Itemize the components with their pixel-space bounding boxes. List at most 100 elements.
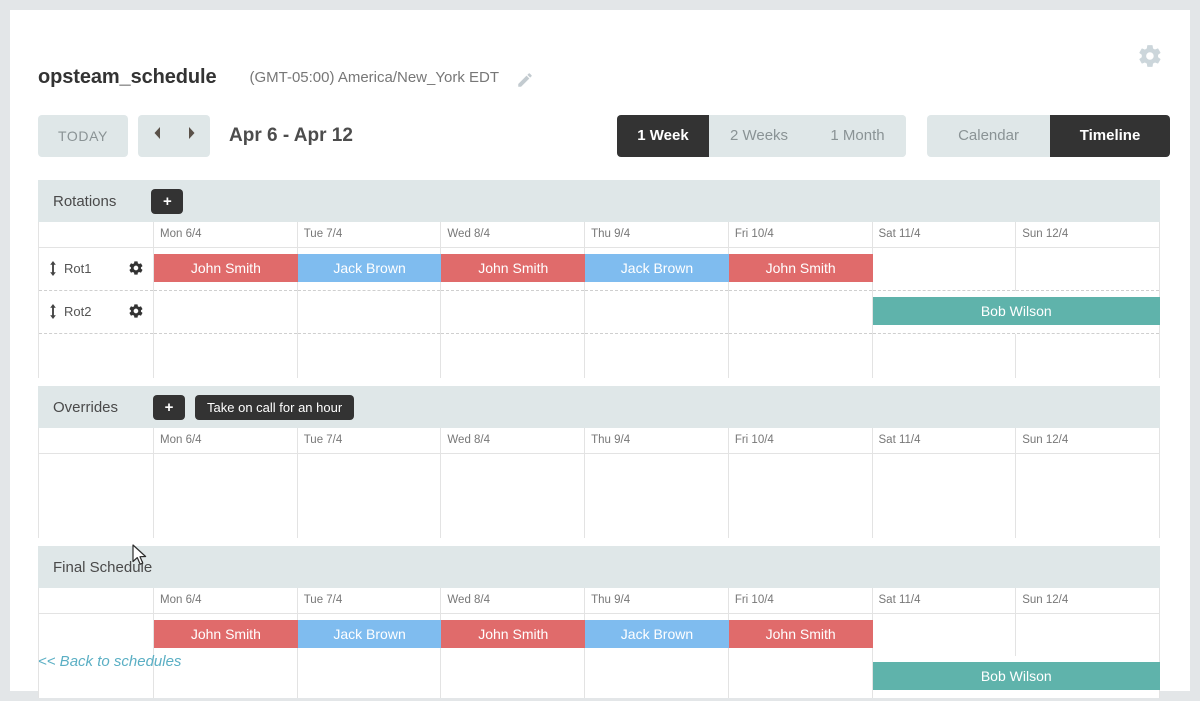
schedule-cell[interactable]: Jack Brown: [297, 247, 442, 291]
shift-bar[interactable]: John Smith: [441, 620, 586, 648]
rotation-gear-icon[interactable]: [128, 260, 144, 276]
timeline-toolbar: TODAY Apr 6 - Apr 12 1 Week 2 Weeks 1 Mo…: [38, 115, 1170, 157]
day-header-row: Mon 6/4 Tue 7/4 Wed 8/4 Thu 9/4 Fri 10/4…: [38, 428, 1160, 454]
shift-bar[interactable]: John Smith: [154, 620, 298, 648]
settings-gear-icon[interactable]: [1137, 43, 1163, 69]
section-divider: [38, 538, 1160, 546]
day-header-cell: Sun 12/4: [1015, 222, 1160, 248]
section-header-rotations: Rotations +: [38, 180, 1160, 222]
timeline-grid: Rotations + Mon 6/4 Tue 7/4 Wed 8/4 Thu …: [38, 180, 1161, 698]
schedule-cell[interactable]: [440, 453, 586, 496]
shift-bar[interactable]: John Smith: [154, 254, 298, 282]
day-header-cell: Wed 8/4: [440, 222, 586, 248]
rotation-name: Rot2: [64, 304, 92, 319]
filler-cell: [728, 334, 873, 378]
add-rotation-button[interactable]: +: [151, 188, 184, 214]
schedule-cell[interactable]: Bob Wilson: [872, 656, 1161, 698]
edit-pencil-icon[interactable]: [516, 71, 534, 89]
span-option-1-week[interactable]: 1 Week: [617, 115, 709, 157]
shift-bar[interactable]: John Smith: [728, 254, 873, 282]
table-row: Bob Wilson: [38, 656, 1161, 698]
schedule-cell[interactable]: [297, 291, 442, 334]
schedule-cell[interactable]: [1015, 496, 1160, 538]
shift-bar[interactable]: Bob Wilson: [872, 297, 1160, 325]
schedule-cell[interactable]: [584, 291, 729, 334]
table-row: [38, 453, 1160, 496]
corner-cell: [38, 222, 154, 248]
drag-vertical-icon[interactable]: [48, 261, 58, 276]
view-mode-toggle: Calendar Timeline: [927, 115, 1170, 157]
day-header-cell: Tue 7/4: [297, 588, 442, 614]
page-title: opsteam_schedule: [38, 66, 217, 88]
schedule-cell[interactable]: [872, 613, 1017, 656]
schedule-cell[interactable]: John Smith: [153, 613, 298, 656]
schedule-cell[interactable]: [153, 496, 298, 538]
schedule-cell[interactable]: [440, 656, 586, 698]
schedule-cell[interactable]: Jack Brown: [584, 247, 729, 291]
schedule-cell[interactable]: [584, 656, 729, 698]
day-header-cell: Thu 9/4: [584, 222, 729, 248]
schedule-cell[interactable]: [584, 453, 729, 496]
schedule-cell[interactable]: John Smith: [440, 613, 586, 656]
schedule-cell[interactable]: [297, 453, 442, 496]
drag-vertical-icon[interactable]: [48, 304, 58, 319]
table-row: Rot2 Bob Wilson: [38, 291, 1161, 334]
schedule-cell[interactable]: [872, 496, 1017, 538]
override-row-label: [38, 453, 154, 496]
schedule-cell[interactable]: [1015, 247, 1160, 291]
back-to-schedules-link[interactable]: << Back to schedules: [38, 653, 181, 670]
section-title-overrides: Overrides: [53, 398, 119, 416]
schedule-cell[interactable]: John Smith: [153, 247, 298, 291]
schedule-cell[interactable]: [1015, 453, 1160, 496]
schedule-cell[interactable]: John Smith: [728, 613, 873, 656]
span-option-2-weeks[interactable]: 2 Weeks: [709, 115, 809, 157]
schedule-cell[interactable]: [440, 496, 586, 538]
schedule-cell[interactable]: [728, 291, 873, 334]
day-header-cell: Wed 8/4: [440, 588, 586, 614]
date-range-label: Apr 6 - Apr 12: [229, 125, 353, 146]
schedule-cell[interactable]: [153, 291, 298, 334]
schedule-cell[interactable]: [584, 496, 729, 538]
schedule-cell[interactable]: [728, 496, 873, 538]
span-option-1-month[interactable]: 1 Month: [809, 115, 906, 157]
today-button[interactable]: TODAY: [38, 115, 128, 157]
table-row-filler: [38, 334, 1160, 378]
schedule-cell[interactable]: Bob Wilson: [872, 291, 1161, 334]
filler-cell: [153, 334, 298, 378]
rotation-gear-icon[interactable]: [128, 303, 144, 319]
day-header-cell: Tue 7/4: [297, 428, 442, 454]
shift-bar[interactable]: Jack Brown: [585, 620, 729, 648]
shift-bar[interactable]: John Smith: [441, 254, 586, 282]
schedule-cell[interactable]: Jack Brown: [297, 613, 442, 656]
shift-bar[interactable]: Jack Brown: [585, 254, 729, 282]
prev-period-button[interactable]: [138, 115, 174, 157]
shift-bar[interactable]: John Smith: [728, 620, 873, 648]
schedule-cell[interactable]: John Smith: [440, 247, 586, 291]
take-on-call-button[interactable]: Take on call for an hour: [195, 394, 355, 420]
shift-bar[interactable]: Bob Wilson: [872, 662, 1160, 690]
add-override-button[interactable]: +: [153, 394, 186, 420]
shift-bar[interactable]: Jack Brown: [297, 254, 442, 282]
range-span-toggle: 1 Week 2 Weeks 1 Month: [617, 115, 906, 157]
schedule-cell[interactable]: [872, 453, 1017, 496]
schedule-cell[interactable]: [297, 656, 442, 698]
day-header-cell: Sun 12/4: [1015, 428, 1160, 454]
filler-cell: [584, 334, 729, 378]
day-header-cell: Sun 12/4: [1015, 588, 1160, 614]
schedule-cell[interactable]: [872, 247, 1017, 291]
schedule-cell[interactable]: [297, 496, 442, 538]
schedule-cell[interactable]: [153, 453, 298, 496]
timezone-label: (GMT-05:00) America/New_York EDT: [249, 69, 499, 86]
schedule-cell[interactable]: [1015, 613, 1160, 656]
schedule-cell[interactable]: John Smith: [728, 247, 873, 291]
schedule-cell[interactable]: [728, 656, 873, 698]
shift-bar[interactable]: Jack Brown: [297, 620, 442, 648]
schedule-cell[interactable]: Jack Brown: [584, 613, 729, 656]
next-period-button[interactable]: [174, 115, 210, 157]
view-option-timeline[interactable]: Timeline: [1050, 115, 1170, 157]
schedule-cell[interactable]: [440, 291, 586, 334]
view-option-calendar[interactable]: Calendar: [927, 115, 1050, 157]
day-header-cell: Wed 8/4: [440, 428, 586, 454]
day-header-row: Mon 6/4 Tue 7/4 Wed 8/4 Thu 9/4 Fri 10/4…: [38, 588, 1160, 614]
schedule-cell[interactable]: [728, 453, 873, 496]
